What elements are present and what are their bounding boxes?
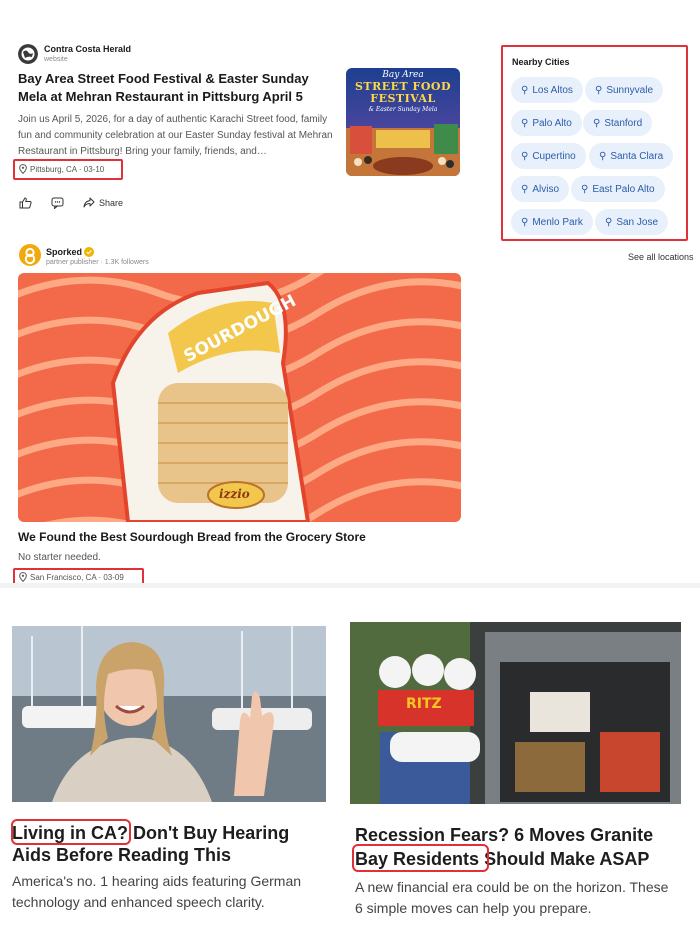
location-pin-icon: ⚲ (521, 84, 529, 96)
city-label: Palo Alto (532, 117, 572, 129)
ad-image-groceries: RITZ (350, 622, 681, 804)
article-snippet: No starter needed. (18, 552, 101, 563)
city-label: Stanford (604, 117, 643, 129)
thumb-line3: FESTIVAL (370, 92, 436, 105)
location-pin-icon (19, 164, 27, 174)
share-button[interactable]: Share (83, 197, 123, 208)
article-headline[interactable]: Bay Area Street Food Festival & Easter S… (18, 70, 340, 106)
location-pin-icon: ⚲ (521, 183, 529, 195)
ad-card-recession[interactable]: RITZ Recession Fears? 6 Moves Granite Ba… (350, 622, 683, 934)
publisher-name[interactable]: Sporked (46, 247, 82, 257)
ad-description: America's no. 1 hearing aids featuring G… (12, 873, 302, 910)
city-chip-sunnyvale[interactable]: ⚲ Sunnyvale (585, 77, 664, 103)
city-label: East Palo Alto (592, 183, 655, 195)
thumb-line4: & Easter Sunday Mela (368, 106, 438, 113)
city-label: San Jose (616, 216, 659, 228)
ad-title-rest: Should Make ASAP (479, 849, 650, 869)
city-chip-santa-clara[interactable]: ⚲ Santa Clara (589, 143, 674, 169)
city-label: Alviso (532, 183, 560, 195)
city-label: Santa Clara (610, 150, 664, 162)
share-label: Share (99, 197, 124, 208)
city-label: Los Altos (532, 84, 573, 96)
city-chip-alviso[interactable]: ⚲ Alviso (511, 176, 570, 202)
article-location: Pittsburg, CA · 03-10 (19, 164, 104, 174)
thumbs-up-icon (19, 197, 32, 209)
box-label-text: RITZ (406, 696, 442, 712)
like-button[interactable] (19, 197, 32, 209)
city-chip-east-palo-alto[interactable]: ⚲ East Palo Alto (571, 176, 665, 202)
publisher-followers: partner publisher · 1.3K followers (46, 259, 149, 266)
city-chip-stanford[interactable]: ⚲ Stanford (583, 110, 653, 136)
location-pin-icon: ⚲ (521, 216, 529, 228)
article-card-street-food[interactable]: Contra Costa Herald website Bay Area Str… (0, 0, 480, 225)
sporked-logo (19, 244, 41, 266)
title-highlight-box (11, 819, 131, 845)
location-text: San Francisco, CA · 03-09 (30, 572, 124, 582)
ad-description: A new financial era could be on the hori… (355, 879, 669, 916)
city-chip-menlo-park[interactable]: ⚲ Menlo Park (511, 209, 593, 235)
city-chip-palo-alto[interactable]: ⚲ Palo Alto (511, 110, 582, 136)
ad-image-woman (12, 626, 326, 802)
publisher-name[interactable]: Contra Costa Herald (44, 44, 131, 54)
title-highlight-box (352, 844, 489, 872)
city-chip-los-altos[interactable]: ⚲ Los Altos (511, 77, 583, 103)
brand-logo-text: izzio (219, 487, 250, 501)
city-label: Sunnyvale (606, 84, 654, 96)
publisher-logo (18, 44, 38, 64)
article-headline[interactable]: We Found the Best Sourdough Bread from t… (18, 528, 366, 546)
city-label: Cupertino (532, 150, 576, 162)
nearby-cities-title: Nearby Cities (512, 57, 570, 67)
location-pin-icon: ⚲ (521, 150, 529, 162)
share-arrow-icon (83, 197, 95, 208)
location-pin-icon: ⚲ (521, 117, 529, 129)
location-pin-icon: ⚲ (593, 117, 601, 129)
city-chip-cupertino[interactable]: ⚲ Cupertino (511, 143, 586, 169)
location-pin-icon (19, 572, 27, 582)
article-location: San Francisco, CA · 03-09 (19, 572, 124, 582)
city-label: Menlo Park (532, 216, 583, 228)
ad-card-hearing-aids[interactable]: Living in CA? Don't Buy Hearing Aids Bef… (11, 626, 326, 934)
section-divider (0, 583, 700, 588)
ad-title-pre: Recession Fears? 6 Moves Granite (355, 825, 654, 845)
article-card-sourdough[interactable]: Sporked partner publisher · 1.3K followe… (0, 238, 480, 586)
article-hero-image[interactable]: SOURDOUGH izzio (18, 273, 461, 522)
publisher-type: website (44, 56, 68, 63)
location-pin-icon: ⚲ (595, 84, 603, 96)
article-thumbnail[interactable]: Bay Area STREET FOOD FESTIVAL & Easter S… (346, 68, 460, 176)
article-snippet: Join us April 5, 2026, for a day of auth… (18, 114, 333, 157)
location-pin-icon: ⚲ (599, 150, 607, 162)
comment-icon (51, 197, 64, 209)
see-all-locations-link[interactable]: See all locations (628, 252, 694, 262)
thumb-line1: Bay Area (382, 70, 424, 80)
location-pin-icon: ⚲ (581, 183, 589, 195)
verified-badge-icon (84, 247, 94, 257)
city-chip-san-jose[interactable]: ⚲ San Jose (595, 209, 669, 235)
nearby-cities-panel: Nearby Cities ⚲ Los Altos ⚲ Sunnyvale ⚲ Pal… (501, 45, 688, 241)
comment-button[interactable] (51, 197, 64, 209)
sourdough-bag-image (18, 273, 461, 522)
location-text: Pittsburg, CA · 03-10 (30, 164, 105, 174)
location-pin-icon: ⚲ (605, 216, 613, 228)
